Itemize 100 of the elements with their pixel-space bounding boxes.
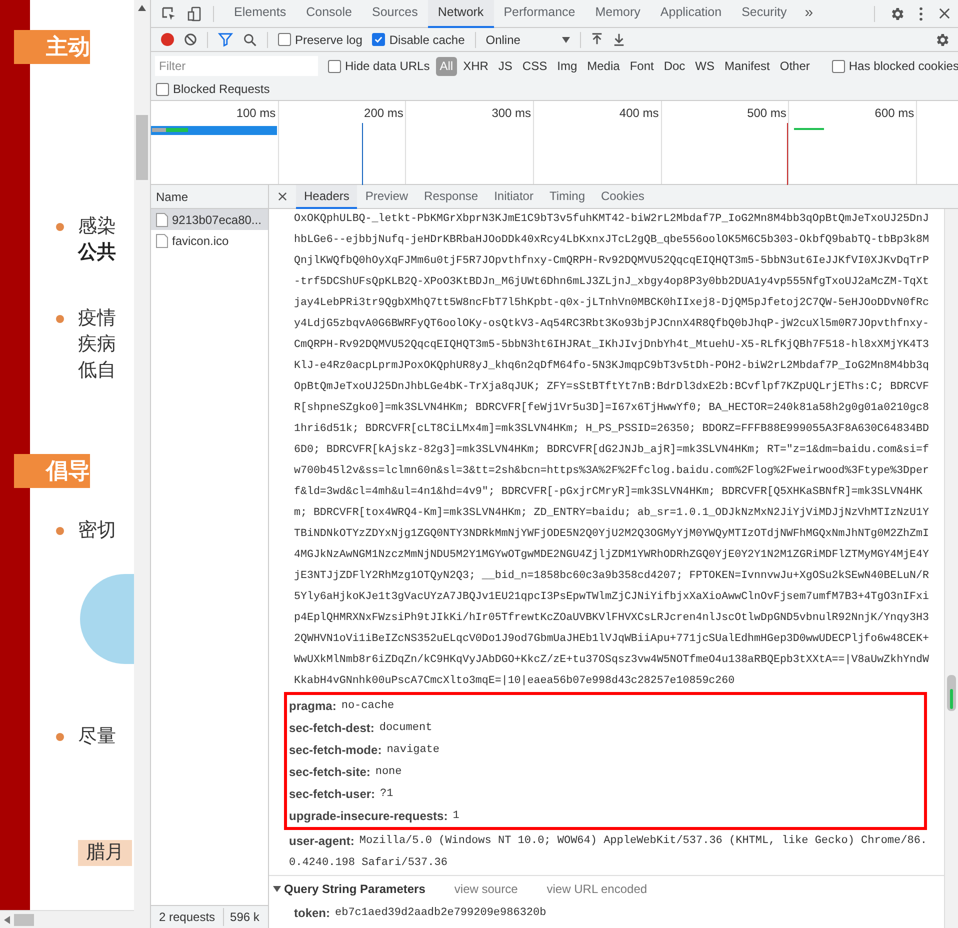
cookie-value-line: 6D0; BDRCVFR[kAjskz-82g3]=mk3SLVN4HKm; BDRCVFR[dG2JNJb_ajR]=mk3SLVN4HKm; RT="z=1&dm=baidu.com&si=f — [294, 443, 929, 458]
scroll-up-icon[interactable] — [138, 5, 146, 11]
panel-tab[interactable]: Application — [650, 0, 732, 28]
checkbox-label: Hide data URLs — [345, 58, 430, 75]
checkbox[interactable] — [328, 60, 341, 72]
detail-tab[interactable]: Response — [416, 184, 486, 208]
type-filter-button[interactable]: Media — [583, 56, 624, 76]
column-header[interactable]: Name — [151, 185, 268, 209]
tick-label: 200 ms — [364, 105, 404, 118]
type-filter-button[interactable]: XHR — [459, 56, 492, 76]
close-icon[interactable] — [278, 192, 287, 201]
cookie-value-line: p4EplQHMRXNxFWzsiPh9tJIkKi/hIr05TfrewtKcZOaUVBKVlFHVXCsLRJcren4nlJscOtlwDpGND5vbnulR92NnjK/Ynqy3H3 — [294, 611, 929, 626]
panel-tab[interactable]: Sources — [362, 0, 428, 28]
header-name: pragma: — [289, 698, 336, 715]
detail-tab[interactable]: Preview — [357, 184, 416, 208]
checkbox[interactable] — [278, 33, 291, 46]
type-filter-button[interactable]: Img — [553, 56, 582, 76]
page-text: 疫情 — [78, 307, 116, 331]
checkbox[interactable] — [156, 82, 169, 96]
cookie-value-line: R[shpneSZgko0]=mk3SLVN4HKm; BDRCVFR[feWj1Vr5u3D]=I67x6TjHwwYf0; BA_HECTOR=240k81a58h2g0g01a0210gc8 — [294, 401, 929, 416]
record-button[interactable] — [161, 33, 174, 46]
header-value: none — [375, 765, 402, 780]
page-text: 疾病 — [78, 333, 116, 357]
cookie-value-line: OpBtQmJeTxoUJ25DnJhbLGe4bK-TrXja8qJUK; ZFY=sStBTftYt7nB:BdrDl3dxE2b:BCvflpf7KZpUQLrjEThs:C; BDRCVF — [294, 380, 929, 395]
header-value: no-cache — [341, 699, 394, 714]
panel-tab[interactable]: Network — [428, 0, 494, 28]
device-icon[interactable] — [187, 6, 203, 22]
detail-tab[interactable]: Cookies — [593, 184, 652, 208]
download-icon[interactable] — [612, 33, 625, 46]
upload-icon[interactable] — [590, 33, 603, 46]
cookie-value-line: KkabH4vGNnhk00uPscA7CmcXlto3mqE=|10|eaea56b07e998d43c28257e10859c260 — [294, 674, 735, 689]
header-name: sec-fetch-user: — [289, 786, 376, 803]
cookie-value-line: jay4LebPRi3tr9QgbXMhQ7tt5W8ncFbT7l5hKpbt-q0x-jLTnhVn0MBCK0hIIxej8-DjQM5pJfetoj2C7QW-5eHJOoDDvN0fRc — [294, 296, 929, 311]
cookie-value-line: 4MGJkNzAwNGM1NzczMmNjNDU5M2Y1MGYwOTgwMDE2NGU4ZjljZDM1YWRhODRhZGQ0YjE0Y2Y1N2M1ZGRiMDFlZTMyMGY4MjE4Y — [294, 548, 929, 563]
settings-icon[interactable] — [889, 6, 905, 22]
page-scrollbar[interactable] — [134, 0, 150, 928]
cookie-value-line: -trf5DCShUFsQpKLB2Q-XPoO3KtBDJn_M6jUWt6Dhn6mLJ3ZLjnJ_xbgy4op8P3y0bb2DUA1y4vp555NfgTxoUJ2aMcZM-TqXt — [294, 275, 929, 290]
detail-tab[interactable]: Initiator — [486, 184, 542, 208]
view-link[interactable]: view source — [454, 880, 518, 898]
cookie-value-line: f&ld=3wd&cl=4mh&ul=4n1&hd=4v9"; BDRCVFR[-pGxjrCMryR]=mk3SLVN4HKm; BDRCVFR[Q5XHKaSBNfR]=mk3SLVN4HK — [294, 485, 922, 500]
page-text: 倡导 — [14, 454, 90, 488]
type-filter-button[interactable]: Font — [626, 56, 658, 76]
file-icon — [156, 234, 168, 248]
panel-tab[interactable]: Console — [296, 0, 362, 28]
horizontal-scrollbar[interactable] — [0, 910, 134, 928]
panel-tab[interactable]: Elements — [224, 0, 296, 28]
checkbox-label: Blocked Requests — [173, 81, 270, 98]
detail-tab[interactable]: Timing — [541, 184, 594, 208]
cookie-value-line: TBiNDNkOTYzZDYxNjg1ZGQ0NTY3NDRkMmNjYWFjODE5N2Q0YjU2M2Q3OGMyYjM0YWQyMTIzOTdjNWFhMGQxNmJhNTg0M2ZhZmI — [294, 527, 929, 542]
type-filter-button[interactable]: Other — [776, 56, 814, 76]
header-value: document — [379, 721, 432, 736]
panel-tab[interactable]: Memory — [585, 0, 650, 28]
tick-label: 600 ms — [874, 105, 916, 118]
scrollbar-thumb[interactable] — [14, 914, 34, 926]
search-icon[interactable] — [243, 32, 257, 46]
type-filter-button[interactable]: JS — [494, 56, 516, 76]
more-options-icon[interactable] — [919, 6, 923, 20]
tick-label: 300 ms — [492, 105, 532, 118]
vertical-scrollbar[interactable] — [944, 209, 958, 928]
detail-tab[interactable]: Headers — [296, 184, 358, 208]
checkbox[interactable] — [832, 60, 845, 72]
cookie-value-line: WwUXkMlNmb8r6iZDqZn/kC9HKqVyJAbDGO+KkcZ/zE+tu37OSqsz3vw4W5NOTfmeO4u138aRBQEpb3tXXtA==|V8aUwZkhYndW — [294, 653, 929, 668]
cookie-value-line: jE3NTJjZDFlY2RhMzg1OTQyN2Q3; __bid_n=1858bc60c3a9b358cd4207; FPTOKEN=IvnnvwJu+XgOSu2kSEwN40BELuN/R — [294, 569, 929, 584]
checkbox[interactable] — [372, 33, 386, 46]
cookie-value-line: 2QWHVN1oVi1iBeIZcNS352uELqcV0Do1J9od7GbmUaJHEb1lVJqWBiiApu+771jcSUalEdhmHGep3D0wwUDECPljfo6w48CEK+ — [294, 632, 929, 647]
cookie-value-line: 1hri6d51k; BDRCVFR[cLT8CiLMx4m]=mk3SLVN4HKm; H_PS_PSSID=26350; BDORZ=FFFB88E999055A3F8A630C64834BD — [294, 422, 929, 437]
bullet-icon — [56, 527, 64, 535]
type-filter-button[interactable]: WS — [691, 56, 719, 76]
cookie-value-line: hbLGe6--ejbbjNufq-jeHDrKBRbaHJOoDDk40xRcy4LbKxnxJTcL2gQB_qbe556oolOK5M6C5b303-OkbfQ9babTQ-tbBp3k8M — [294, 233, 929, 248]
header-value: 0.4240.198 Safari/537.36 — [289, 856, 448, 871]
scrollbar-thumb[interactable] — [136, 115, 148, 180]
header-name: user-agent: — [289, 833, 354, 850]
throttling-dropdown[interactable]: Online — [486, 30, 570, 48]
type-filter-button[interactable]: Doc — [660, 56, 690, 76]
header-name: upgrade-insecure-requests: — [289, 808, 448, 825]
cookie-value-line: QnjlKWQfbQ0hOyXqFJMm6u0tjF5R7JOpvthfnxy-CmQRPH-Rv92DQMVU52QqcqEIQHQT3m5-5bbN3ut6IeJJKfVI0XJKvDqTrP — [294, 254, 929, 269]
view-link[interactable]: view URL encoded — [546, 880, 648, 898]
param-value: eb7c1aed39d2aadb2e799209e986320b — [335, 906, 546, 921]
type-filter-button[interactable]: Manifest — [720, 56, 774, 76]
cookie-value-line: w700b45l2v&ss=lclmn60n&sl=3&tt=2sh&bcn=https%3A%2F%2Ffclog.baidu.com%2Flog%2Fweirwood%3Ftype%3Dper — [294, 464, 929, 479]
request-row[interactable]: 9213b07eca80... — [151, 209, 268, 230]
panel-tab[interactable]: Performance — [494, 0, 586, 28]
close-icon[interactable] — [939, 8, 950, 19]
panel-tab[interactable]: Security — [732, 0, 797, 28]
clear-icon[interactable] — [184, 33, 197, 46]
scroll-left-icon[interactable] — [4, 916, 10, 924]
settings-icon[interactable] — [934, 32, 950, 48]
type-filter-button[interactable]: CSS — [518, 56, 552, 76]
cookie-value-line: OxOKQphULBQ-_letkt-PbKMGrXbprN3KJmE1C9bT3v5fuhKMT42-biW2rL2Mbdaf7P_IoG2Mn8M4bb3qOpBtQmJeTxoUJ25DnJ — [294, 212, 929, 227]
more-tabs-button[interactable]: » — [796, 2, 822, 25]
cookie-value-line: y4LdjG5zbqvA0G6BWRFyQT6oolOKy-osQtkV3-Aq54RC3Rbt3Ko93bjPJCnnX4R8QfbQ0bJhqP-jW2cuXl5m0R7JOpvthfnxy- — [294, 317, 929, 332]
filter-icon[interactable] — [218, 32, 233, 47]
filter-field[interactable]: Filter — [155, 56, 318, 76]
inspect-icon[interactable] — [161, 6, 177, 22]
param-name: token: — [294, 905, 330, 922]
status-text: 596 k — [223, 908, 260, 926]
page-text: 公共 — [78, 241, 116, 265]
header-name: sec-fetch-dest: — [289, 720, 374, 737]
bullet-icon — [56, 223, 64, 231]
section-toggle[interactable]: Query String Parameters — [273, 880, 426, 898]
